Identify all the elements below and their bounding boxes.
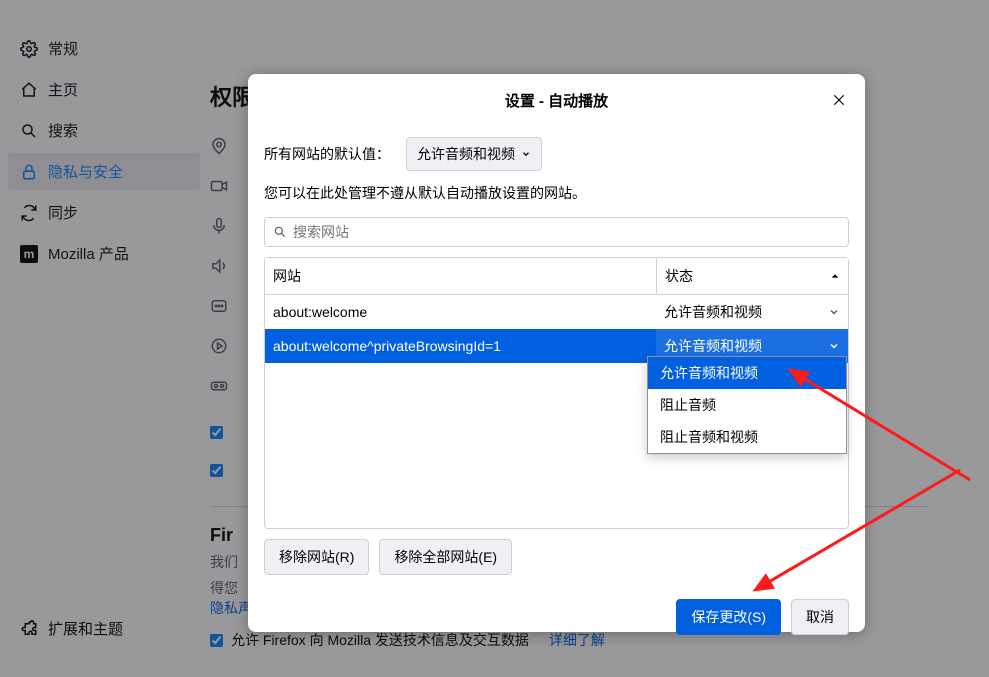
search-input[interactable] (293, 224, 840, 240)
close-icon (832, 93, 846, 107)
column-website[interactable]: 网站 (265, 258, 656, 294)
save-changes-button[interactable]: 保存更改(S) (676, 599, 781, 635)
dialog-title: 设置 - 自动播放 (264, 90, 849, 111)
remove-all-websites-button[interactable]: 移除全部网站(E) (379, 539, 512, 575)
dropdown-option-block-all[interactable]: 阻止音频和视频 (648, 421, 846, 453)
default-autoplay-select[interactable]: 允许音频和视频 (406, 137, 542, 171)
column-status-label: 状态 (665, 266, 693, 286)
cell-website: about:welcome^privateBrowsingId=1 (265, 338, 656, 354)
status-dropdown-popup: 允许音频和视频 阻止音频 阻止音频和视频 (647, 356, 847, 454)
exceptions-table: 网站 状态 about:welcome 允许音频和视频 about:welcom… (264, 257, 849, 529)
chevron-down-icon (828, 340, 840, 352)
table-header: 网站 状态 (265, 258, 848, 295)
cell-status-value: 允许音频和视频 (664, 302, 762, 322)
search-icon (273, 225, 287, 239)
chevron-down-icon (828, 306, 840, 318)
close-button[interactable] (825, 86, 853, 114)
remove-website-button[interactable]: 移除网站(R) (264, 539, 369, 575)
search-website-field[interactable] (264, 217, 849, 247)
table-row[interactable]: about:welcome 允许音频和视频 (265, 295, 848, 329)
sort-asc-icon (830, 271, 840, 281)
cell-website: about:welcome (265, 304, 656, 320)
default-select-value: 允许音频和视频 (417, 144, 515, 164)
cancel-button[interactable]: 取消 (791, 599, 849, 635)
dropdown-option-allow[interactable]: 允许音频和视频 (648, 357, 846, 389)
dropdown-option-block-audio[interactable]: 阻止音频 (648, 389, 846, 421)
cell-status-select[interactable]: 允许音频和视频 (656, 295, 848, 329)
dialog-description: 您可以在此处管理不遵从默认自动播放设置的网站。 (264, 183, 849, 203)
autoplay-settings-dialog: 设置 - 自动播放 所有网站的默认值： 允许音频和视频 您可以在此处管理不遵从默… (248, 74, 865, 632)
cell-status-value: 允许音频和视频 (664, 336, 762, 356)
chevron-down-icon (521, 149, 531, 159)
column-status[interactable]: 状态 (656, 258, 848, 294)
default-label: 所有网站的默认值： (264, 144, 390, 164)
